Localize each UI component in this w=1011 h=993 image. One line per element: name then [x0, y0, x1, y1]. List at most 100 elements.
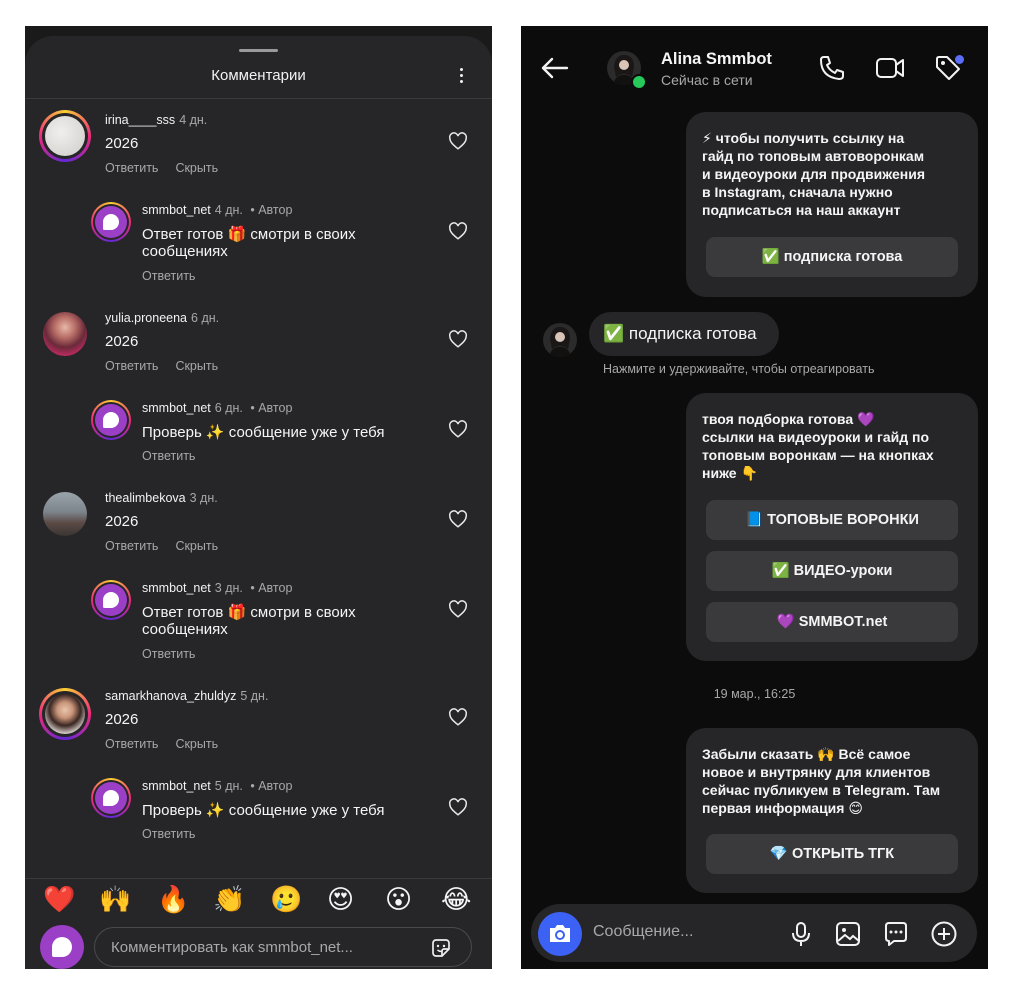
bot-message-card: твоя подборка готова 💜 ссылки на видеоур… [686, 393, 978, 661]
reply-link[interactable]: Ответить [142, 827, 195, 841]
message-text: Забыли сказать 🙌 Всё самое новое и внутр… [702, 746, 941, 816]
like-heart-icon[interactable] [448, 222, 468, 240]
comments-screen: Комментарии irina____sss 4 дн. 2026 Ответ… [25, 26, 492, 969]
reaction-clap[interactable]: 👏 [213, 883, 245, 917]
reaction-heart[interactable]: ❤️ [43, 883, 75, 917]
camera-icon [550, 925, 570, 942]
reply-avatar[interactable] [91, 202, 131, 242]
like-heart-icon[interactable] [448, 600, 468, 618]
reply-text: Проверь ✨ сообщение уже у тебя [142, 424, 385, 441]
reply-avatar[interactable] [91, 580, 131, 620]
reaction-laugh[interactable]: 😂 [441, 883, 471, 917]
contact-status: Сейчас в сети [661, 72, 753, 88]
reaction-tear-smile[interactable]: 🥲 [270, 883, 302, 917]
hide-link[interactable]: Скрыть [175, 359, 218, 373]
like-heart-icon[interactable] [448, 420, 468, 438]
message-text: твоя подборка готова 💜 ссылки на видеоур… [702, 411, 934, 481]
comment-username[interactable]: yulia.proneena 6 дн. [105, 311, 219, 325]
hide-link[interactable]: Скрыть [175, 539, 218, 553]
like-heart-icon[interactable] [448, 510, 468, 528]
notification-dot [955, 55, 964, 64]
contact-name[interactable]: Alina Smmbot [661, 50, 772, 69]
like-heart-icon[interactable] [448, 798, 468, 816]
reaction-wow[interactable]: 😮 [385, 883, 412, 917]
add-plus-icon[interactable] [930, 920, 958, 948]
reply-username[interactable]: smmbot_net 5 дн. • Автор [142, 779, 292, 793]
comment-username[interactable]: samarkhanova_zhuldyz 5 дн. [105, 689, 268, 703]
back-arrow-icon[interactable] [539, 56, 569, 80]
reply-link[interactable]: Ответить [142, 269, 195, 283]
microphone-icon[interactable] [787, 920, 815, 948]
comments-sheet: Комментарии irina____sss 4 дн. 2026 Ответ… [25, 36, 492, 969]
contact-avatar[interactable] [543, 323, 577, 357]
reply-link[interactable]: Ответить [105, 539, 158, 553]
message-text: ⚡ чтобы получить ссылку на гайд по топов… [702, 130, 926, 218]
comment-actions: Ответить Скрыть [105, 539, 235, 553]
reaction-raised-hands[interactable]: 🙌 [99, 883, 131, 917]
comment-username[interactable]: thealimbekova 3 дн. [105, 491, 218, 505]
comment-text: 2026 [105, 135, 139, 152]
reply-username[interactable]: smmbot_net 3 дн. • Автор [142, 581, 292, 595]
reply-actions: Ответить [142, 827, 212, 841]
hide-link[interactable]: Скрыть [175, 161, 218, 175]
chat-bubble-icon[interactable] [882, 920, 910, 948]
smmbot-site-button[interactable]: 💜 SMMBOT.net [706, 602, 958, 642]
reply-link[interactable]: Ответить [105, 161, 158, 175]
video-call-icon[interactable] [875, 54, 905, 82]
like-heart-icon[interactable] [448, 708, 468, 726]
reply-link[interactable]: Ответить [105, 737, 158, 751]
comment-actions: Ответить Скрыть [105, 737, 235, 751]
bot-message-card: Забыли сказать 🙌 Всё самое новое и внутр… [686, 728, 978, 893]
reaction-fire[interactable]: 🔥 [157, 883, 189, 917]
gallery-icon[interactable] [834, 920, 862, 948]
comment-placeholder: Комментировать как smmbot_net... [111, 939, 353, 956]
reply-actions: Ответить [142, 449, 212, 463]
reply-actions: Ответить [142, 647, 212, 661]
chat-screen: Alina Smmbot Сейчас в сети ⚡ чтобы получ… [521, 26, 988, 969]
reply-username[interactable]: smmbot_net 4 дн. • Автор [142, 203, 292, 217]
comment-input[interactable]: Комментировать как smmbot_net... [94, 927, 472, 967]
avatar[interactable] [43, 492, 87, 536]
reply-text: Проверь ✨ сообщение уже у тебя [142, 802, 385, 819]
quick-reactions: ❤️ 🙌 🔥 👏 🥲 😍 😮 😂 [25, 883, 492, 919]
comment-actions: Ответить Скрыть [105, 161, 235, 175]
divider [25, 98, 492, 99]
subscription-ready-button[interactable]: ✅ подписка готова [706, 237, 958, 277]
open-telegram-button[interactable]: 💎 ОТКРЫТЬ ТГК [706, 834, 958, 874]
video-lessons-button[interactable]: ✅ ВИДЕО-уроки [706, 551, 958, 591]
reply-avatar[interactable] [91, 400, 131, 440]
avatar[interactable] [39, 688, 91, 740]
incoming-message[interactable]: ✅ подписка готова [589, 312, 779, 356]
reply-text: Ответ готов 🎁 смотри в своих сообщениях [142, 604, 356, 638]
message-timestamp: 19 мар., 16:25 [713, 687, 796, 701]
avatar[interactable] [39, 110, 91, 162]
message-composer: Сообщение... [531, 904, 977, 962]
sheet-grabber[interactable] [239, 49, 278, 52]
comment-text: 2026 [105, 333, 139, 350]
reaction-heart-eyes[interactable]: 😍 [327, 883, 354, 917]
comment-username[interactable]: irina____sss 4 дн. [105, 113, 207, 127]
message-input[interactable]: Сообщение... [593, 923, 693, 941]
more-options-icon[interactable] [455, 66, 467, 86]
comments-title: Комментарии [211, 67, 306, 84]
comment-text: 2026 [105, 513, 139, 530]
camera-button[interactable] [538, 912, 582, 956]
reply-link[interactable]: Ответить [105, 359, 158, 373]
compose-avatar [40, 925, 84, 969]
reply-username[interactable]: smmbot_net 6 дн. • Автор [142, 401, 292, 415]
like-heart-icon[interactable] [448, 132, 468, 150]
hide-link[interactable]: Скрыть [175, 737, 218, 751]
reply-avatar[interactable] [91, 778, 131, 818]
reply-link[interactable]: Ответить [142, 449, 195, 463]
comment-text: 2026 [105, 711, 139, 728]
top-funnels-button[interactable]: 📘 ТОПОВЫЕ ВОРОНКИ [706, 500, 958, 540]
reply-text: Ответ готов 🎁 смотри в своих сообщениях [142, 226, 356, 260]
bot-message-card: ⚡ чтобы получить ссылку на гайд по топов… [686, 112, 978, 297]
reply-link[interactable]: Ответить [142, 647, 195, 661]
phone-icon[interactable] [817, 54, 847, 82]
avatar[interactable] [43, 312, 87, 356]
online-indicator [631, 74, 647, 90]
sticker-icon[interactable] [429, 936, 453, 960]
reaction-hint: Нажмите и удерживайте, чтобы отреагирова… [603, 362, 875, 376]
like-heart-icon[interactable] [448, 330, 468, 348]
